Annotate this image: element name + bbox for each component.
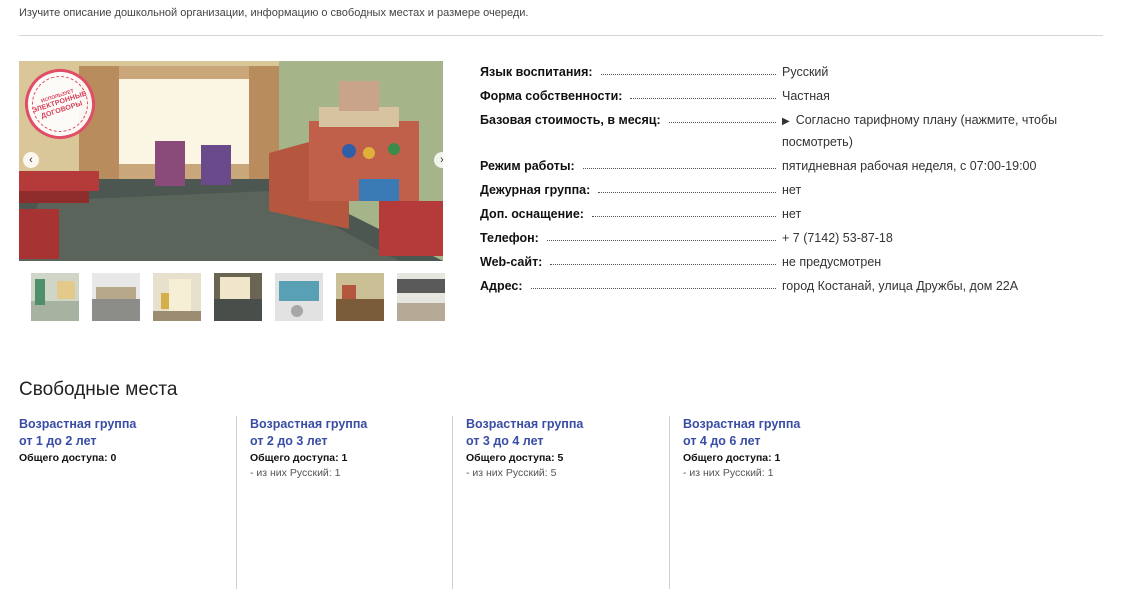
dotted-leader [582, 156, 776, 169]
cost-value: Согласно тарифному плану (нажмите, чтобы… [782, 113, 1058, 149]
russian-count: - из них Русский: 5 [466, 467, 557, 479]
thumbnail-1[interactable] [31, 273, 79, 321]
common-access-count: Общего доступа: 1 [250, 452, 348, 464]
thumbnail-6[interactable] [336, 273, 384, 321]
info-row-schedule: Режим работы: пятидневная рабочая неделя… [480, 156, 1080, 176]
age-group-2: Возрастная группа от 2 до 3 лет Общего д… [236, 416, 453, 589]
russian-count: - из них Русский: 1 [250, 467, 341, 479]
free-places-title: Свободные места [19, 379, 178, 400]
info-value: нет [782, 183, 802, 197]
info-row-cost: Базовая стоимость, в месяц: ▶ Согласно та… [480, 110, 1080, 152]
info-label: Телефон: [480, 231, 539, 245]
gallery-prev-button[interactable]: ‹ [23, 152, 39, 168]
info-row-language: Язык воспитания: Русский [480, 62, 1080, 82]
info-row-ownership: Форма собственности: Частная [480, 86, 1080, 106]
intro-text: Изучите описание дошкольной организации,… [19, 7, 529, 19]
thumbnail-3[interactable] [153, 273, 201, 321]
age-group-title: Возрастная группа [466, 417, 584, 431]
info-value: пятидневная рабочая неделя, с 07:00-19:0… [782, 159, 1037, 173]
thumbnail-5[interactable] [275, 273, 323, 321]
age-group-range: от 3 до 4 лет [466, 434, 544, 448]
info-label: Язык воспитания: [480, 65, 593, 79]
info-value: Русский [782, 65, 829, 79]
info-label: Web-сайт: [480, 255, 543, 269]
dotted-leader [630, 86, 776, 99]
info-value: не предусмотрен [782, 255, 882, 269]
info-table: Язык воспитания: Русский Форма собственн… [480, 62, 1080, 300]
info-value: Частная [782, 89, 830, 103]
info-label: Дежурная группа: [480, 183, 591, 197]
info-row-equipment: Доп. оснащение: нет [480, 204, 1080, 224]
age-group-3: Возрастная группа от 3 до 4 лет Общего д… [452, 416, 669, 589]
dotted-leader [546, 228, 776, 241]
dotted-leader [598, 180, 776, 193]
thumbnail-7[interactable] [397, 273, 445, 321]
age-group-title: Возрастная группа [19, 417, 137, 431]
dotted-leader [550, 252, 776, 265]
gallery-next-button[interactable]: › [434, 152, 450, 168]
info-row-address: Адрес: город Костанай, улица Дружбы, дом… [480, 276, 1080, 296]
info-label: Базовая стоимость, в месяц: [480, 113, 661, 127]
dotted-leader [600, 62, 776, 75]
age-group-range: от 1 до 2 лет [19, 434, 97, 448]
dotted-leader [668, 110, 776, 123]
divider [19, 35, 1103, 36]
age-group-1: Возрастная группа от 1 до 2 лет Общего д… [19, 416, 236, 589]
thumbnail-4[interactable] [214, 273, 262, 321]
dotted-leader [591, 204, 776, 217]
russian-count: - из них Русский: 1 [683, 467, 774, 479]
age-group-title: Возрастная группа [683, 417, 801, 431]
age-group-4: Возрастная группа от 4 до 6 лет Общего д… [669, 416, 886, 589]
common-access-count: Общего доступа: 5 [466, 452, 564, 464]
info-value: + 7 (7142) 53-87-18 [782, 231, 893, 245]
info-row-phone: Телефон: + 7 (7142) 53-87-18 [480, 228, 1080, 248]
info-label: Адрес: [480, 279, 523, 293]
info-label: Режим работы: [480, 159, 575, 173]
age-group-range: от 4 до 6 лет [683, 434, 761, 448]
info-row-duty-group: Дежурная группа: нет [480, 180, 1080, 200]
info-label: Форма собственности: [480, 89, 623, 103]
info-label: Доп. оснащение: [480, 207, 584, 221]
dotted-leader [530, 276, 776, 289]
triangle-right-icon: ▶ [782, 116, 790, 127]
common-access-count: Общего доступа: 0 [19, 452, 117, 464]
photo-gallery[interactable]: ИСПОЛЬЗУЕТ ЭЛЕКТРОННЫЕ ДОГОВОРЫ ‹ [19, 61, 443, 261]
thumbnail-2[interactable] [92, 273, 140, 321]
info-row-website: Web-сайт: не предусмотрен [480, 252, 1080, 272]
cost-toggle[interactable]: ▶ Согласно тарифному плану (нажмите, чтоб… [782, 110, 1080, 152]
common-access-count: Общего доступа: 1 [683, 452, 781, 464]
info-value: город Костанай, улица Дружбы, дом 22А [782, 279, 1019, 293]
age-group-range: от 2 до 3 лет [250, 434, 328, 448]
info-value: нет [782, 207, 802, 221]
age-group-title: Возрастная группа [250, 417, 368, 431]
